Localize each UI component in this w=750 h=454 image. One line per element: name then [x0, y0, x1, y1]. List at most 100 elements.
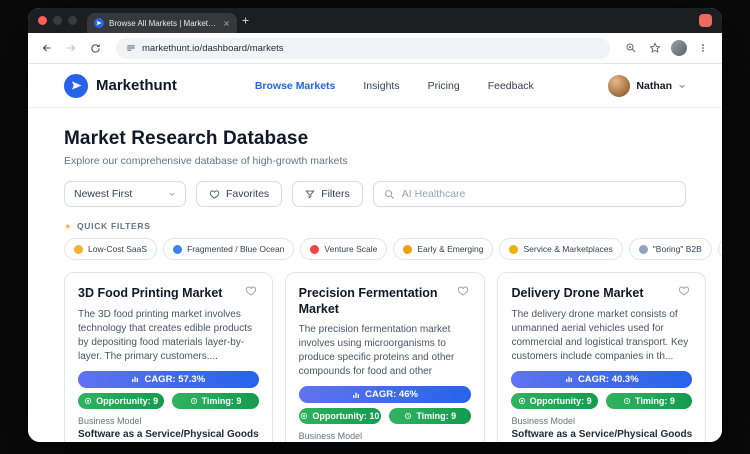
browser-profile-avatar[interactable]: [671, 40, 687, 56]
market-card-description: The 3D food printing market involves tec…: [78, 308, 252, 362]
market-cards-grid: 3D Food Printing Market The 3D food prin…: [64, 272, 707, 442]
favorite-heart-button[interactable]: [676, 283, 692, 299]
wave-icon: [173, 244, 183, 254]
business-model-value: Software as a Service/Physical Goods: [78, 428, 259, 440]
opportunity-badge: Opportunity: 9: [78, 392, 165, 409]
filters-button[interactable]: Filters: [292, 181, 363, 207]
target-icon: [85, 397, 92, 404]
bar-chart-icon: [132, 376, 139, 383]
market-card-title: Precision Fermentation Market: [298, 286, 438, 316]
site-settings-icon[interactable]: [126, 43, 136, 53]
cagr-badge: CAGR: 57.3%: [78, 370, 259, 388]
timing-badge: Timing: 9: [389, 408, 472, 425]
money-icon: [74, 244, 83, 254]
quick-filter-venture-scale[interactable]: Venture Scale: [300, 238, 388, 260]
filters-label: Filters: [321, 188, 350, 200]
business-model-label: Business Model: [511, 415, 576, 426]
quick-filter-fragmented-blue-ocean[interactable]: Fragmented / Blue Ocean: [163, 238, 295, 260]
target-icon: [518, 397, 525, 404]
quick-filter-enterprise-hunters[interactable]: Enterprise Hunters: [717, 238, 722, 260]
favorite-heart-button[interactable]: [243, 283, 259, 299]
tab-title: Browse All Markets | Marketh...: [109, 18, 218, 28]
rocket-icon: [310, 244, 320, 254]
nav-pricing[interactable]: Pricing: [428, 80, 460, 92]
site-header: Markethunt Browse Markets Insights Prici…: [28, 64, 722, 108]
address-bar[interactable]: markethunt.io/dashboard/markets: [116, 37, 610, 59]
market-card-3d-food-printing[interactable]: 3D Food Printing Market The 3D food prin…: [64, 272, 273, 442]
zoom-icon[interactable]: [620, 37, 642, 59]
forward-button[interactable]: [60, 37, 82, 59]
quick-filters-heading: QUICK FILTERS: [64, 221, 686, 231]
timing-badge: Timing: 9: [605, 392, 693, 409]
sort-select[interactable]: Newest First: [64, 181, 186, 207]
quick-filter-service-marketplaces[interactable]: Service & Marketplaces: [499, 238, 623, 260]
filter-funnel-icon: [305, 190, 315, 199]
nav-insights[interactable]: Insights: [363, 80, 399, 92]
window-controls: [38, 8, 77, 33]
quick-filter-boring-b2b[interactable]: "Boring" B2B: [628, 238, 712, 260]
controls-row: Newest First Favorites Filters: [64, 181, 686, 207]
cagr-value: CAGR: 57.3%: [144, 373, 206, 385]
cagr-value: CAGR: 46%: [365, 389, 418, 401]
new-tab-button[interactable]: [237, 8, 253, 33]
sleep-icon: [638, 244, 648, 254]
main-content: Market Research Database Explore our com…: [28, 108, 722, 442]
heart-icon: [209, 189, 220, 199]
window-minimize-button[interactable]: [53, 16, 62, 25]
timing-value: Timing: 9: [201, 395, 242, 406]
quick-filter-early-emerging[interactable]: Early & Emerging: [393, 238, 494, 260]
favorites-button[interactable]: Favorites: [196, 181, 283, 207]
handshake-icon: [509, 244, 519, 254]
nav-browse-markets[interactable]: Browse Markets: [255, 80, 336, 92]
clock-icon: [623, 397, 631, 404]
page-subtitle: Explore our comprehensive database of hi…: [64, 155, 348, 167]
user-avatar: [608, 74, 631, 97]
browser-menu-icon[interactable]: [692, 37, 714, 59]
business-model-label: Business Model: [298, 431, 363, 442]
market-card-description: The delivery drone market consists of un…: [511, 308, 689, 362]
back-button[interactable]: [36, 37, 58, 59]
timing-value: Timing: 9: [416, 411, 457, 422]
search-input[interactable]: [401, 188, 675, 200]
cagr-value: CAGR: 40.3%: [577, 373, 639, 385]
target-icon: [301, 413, 308, 420]
tab-close-icon[interactable]: [223, 20, 230, 27]
market-card-delivery-drone[interactable]: Delivery Drone Market The delivery drone…: [497, 272, 707, 442]
brand[interactable]: Markethunt: [64, 73, 177, 98]
browser-extension-icon[interactable]: [699, 14, 712, 27]
market-card-title: Delivery Drone Market: [511, 286, 644, 300]
url-text: markethunt.io/dashboard/markets: [142, 42, 284, 54]
nav-feedback[interactable]: Feedback: [488, 80, 534, 92]
heart-icon: [458, 286, 469, 296]
quick-filter-low-cost-saas[interactable]: Low-Cost SaaS: [64, 238, 158, 260]
site-favicon-icon: [94, 18, 104, 28]
bookmark-star-icon[interactable]: [644, 37, 666, 59]
cagr-badge: CAGR: 40.3%: [511, 370, 693, 388]
opportunity-value: Opportunity: 9: [96, 395, 159, 406]
chip-label: Early & Emerging: [417, 244, 484, 254]
heart-icon: [678, 286, 690, 296]
reload-button[interactable]: [84, 37, 106, 59]
brand-name: Markethunt: [96, 77, 177, 94]
chip-label: Low-Cost SaaS: [88, 244, 148, 254]
business-model-value: Software as a Service/Physical Goods: [511, 428, 693, 440]
browser-tab[interactable]: Browse All Markets | Marketh...: [87, 13, 237, 33]
opportunity-value: Opportunity: 9: [529, 395, 592, 406]
favorite-heart-button[interactable]: [455, 283, 471, 299]
page-title: Market Research Database: [64, 128, 309, 149]
cagr-badge: CAGR: 46%: [298, 386, 472, 404]
business-model-label: Business Model: [78, 415, 142, 426]
clock-icon: [405, 413, 412, 420]
timing-value: Timing: 9: [635, 395, 675, 406]
search-box[interactable]: [372, 181, 686, 207]
markethunt-logo-icon: [64, 73, 88, 98]
bar-chart-icon: [565, 376, 572, 383]
bar-chart-icon: [353, 392, 360, 398]
window-zoom-button[interactable]: [68, 16, 77, 25]
user-name: Nathan: [636, 79, 672, 92]
user-menu[interactable]: Nathan: [608, 74, 686, 97]
browser-window: Browse All Markets | Marketh... markethu…: [28, 8, 722, 442]
quick-filter-chips: Low-Cost SaaS Fragmented / Blue Ocean Ve…: [64, 238, 722, 260]
window-close-button[interactable]: [38, 16, 47, 25]
market-card-precision-fermentation[interactable]: Precision Fermentation Market The precis…: [284, 272, 486, 442]
